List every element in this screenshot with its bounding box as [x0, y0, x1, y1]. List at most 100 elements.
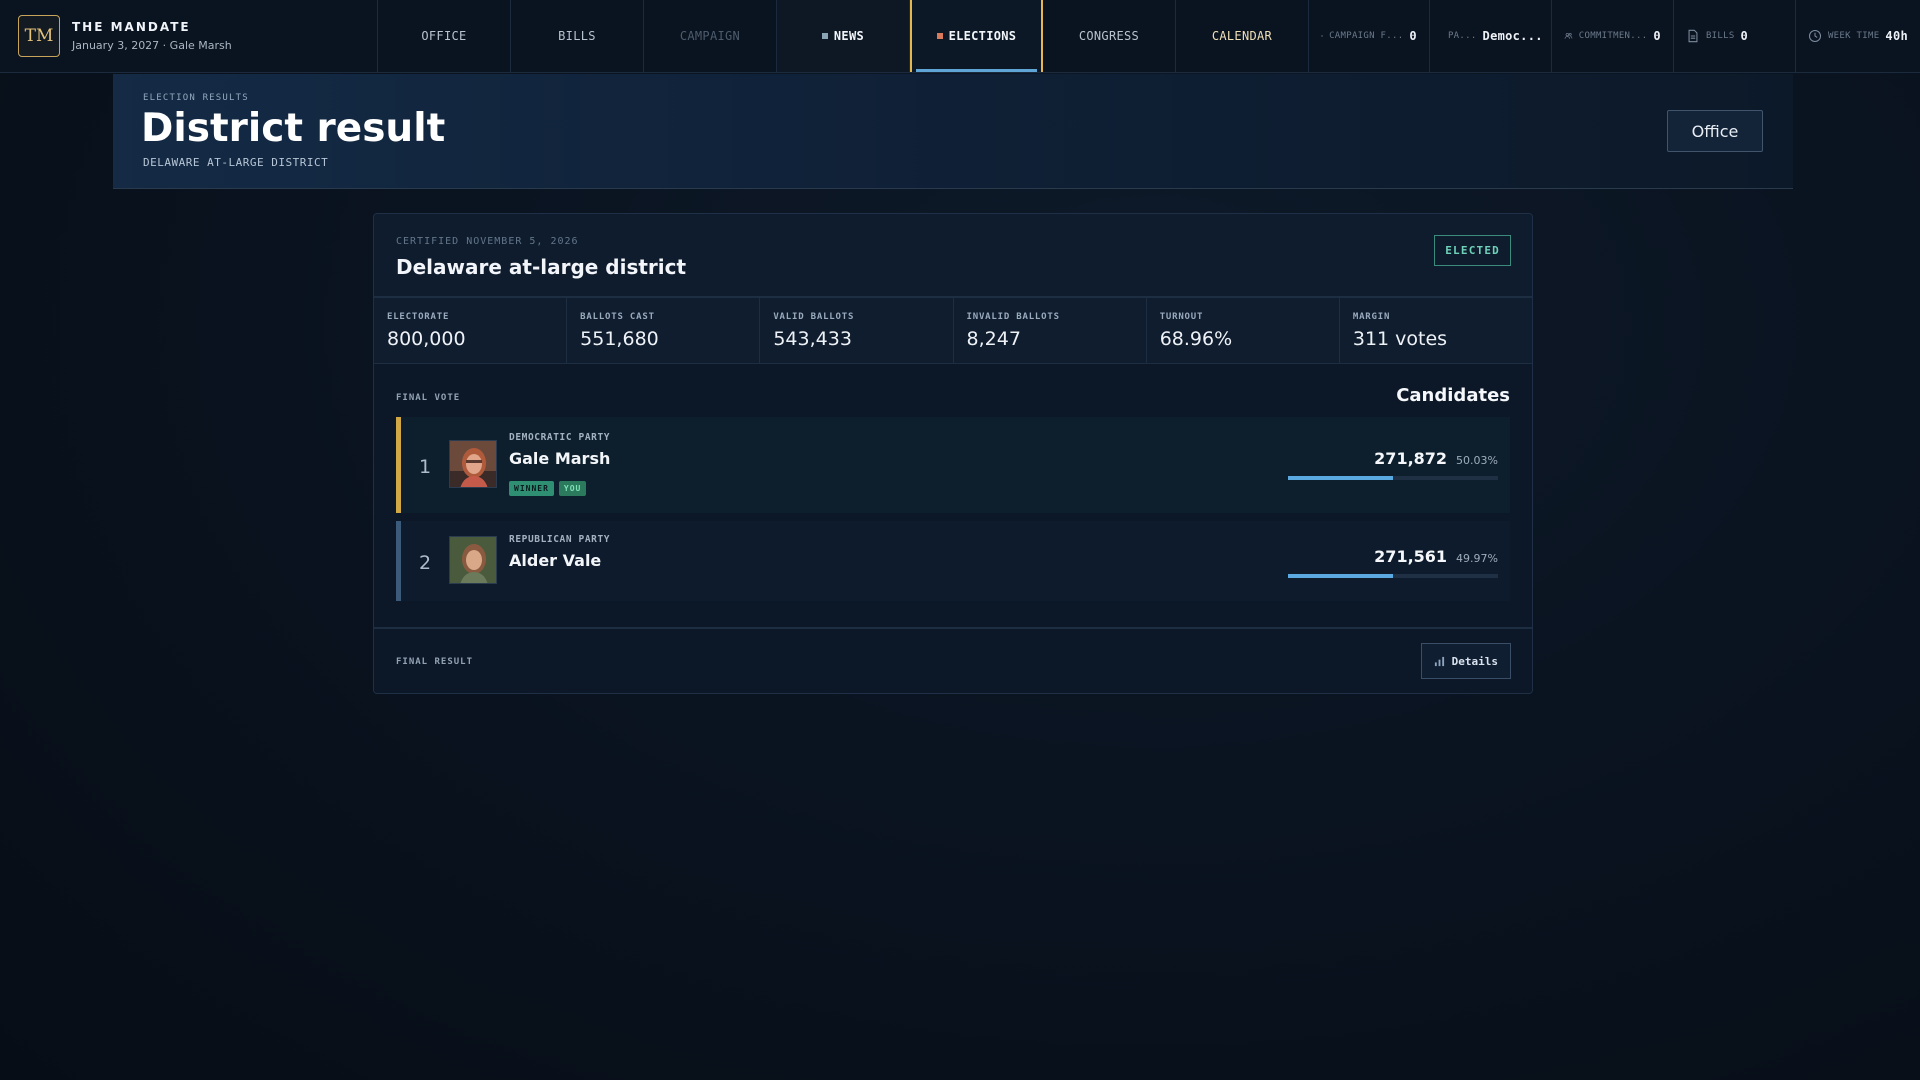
- page-header: ELECTION RESULTS District result DELAWAR…: [113, 74, 1793, 189]
- brand[interactable]: TM THE MANDATE January 3, 2027 · Gale Ma…: [0, 0, 378, 72]
- candidate-result: 271,872 50.03%: [1288, 449, 1498, 480]
- candidate-avatar: [449, 440, 497, 488]
- metric-label: MARGIN: [1352, 312, 1391, 322]
- money-icon: [1321, 35, 1323, 37]
- elected-status-badge: ELECTED: [1434, 235, 1511, 266]
- nav-campaign-label: CAMPAIGN: [679, 29, 741, 43]
- certified-date: CERTIFIED NOVEMBER 5, 2026: [396, 236, 579, 247]
- card-header: CERTIFIED NOVEMBER 5, 2026 Delaware at-l…: [374, 214, 1532, 298]
- nav-news[interactable]: NEWS: [776, 0, 910, 72]
- nav-congress-label: CONGRESS: [1078, 29, 1140, 43]
- stat-campaign-funds[interactable]: CAMPAIGN F... 0: [1309, 0, 1430, 72]
- candidates-heading: Candidates: [1396, 385, 1510, 406]
- candidate-row[interactable]: 1 DEMOCRATIC PARTY Gale Marsh WINNER YOU: [396, 417, 1510, 513]
- nav-bills-label: BILLS: [558, 29, 596, 43]
- people-icon: [1564, 33, 1573, 39]
- candidate-party: DEMOCRATIC PARTY: [509, 432, 611, 443]
- metric-value: 8,247: [966, 328, 1021, 350]
- app-title: THE MANDATE: [72, 20, 191, 34]
- metric-margin: MARGIN 311 votes: [1340, 298, 1532, 363]
- candidate-percent: 50.03%: [1456, 454, 1498, 467]
- district-result-card: CERTIFIED NOVEMBER 5, 2026 Delaware at-l…: [373, 213, 1533, 694]
- nav-news-label: NEWS: [833, 29, 864, 43]
- top-navigation-bar: TM THE MANDATE January 3, 2027 · Gale Ma…: [0, 0, 1920, 73]
- status-stats: CAMPAIGN F... 0 PA... Democ... COMMITMEN…: [1309, 0, 1920, 72]
- clock-icon: [1808, 29, 1821, 43]
- nav-elections-label: ELECTIONS: [948, 29, 1017, 43]
- metric-value: 800,000: [387, 328, 466, 350]
- metric-label: ELECTORATE: [387, 312, 450, 322]
- stat-bills[interactable]: BILLS 0: [1674, 0, 1796, 72]
- nav-calendar-label: CALENDAR: [1211, 29, 1273, 43]
- you-tag: YOU: [558, 481, 587, 496]
- stat-value: 40h: [1885, 29, 1908, 43]
- candidate-votes: 271,872: [1374, 449, 1448, 468]
- date-and-player: January 3, 2027 · Gale Marsh: [72, 39, 232, 52]
- candidate-percent: 49.97%: [1456, 552, 1498, 565]
- document-icon: [1688, 29, 1698, 43]
- card-footer: FINAL RESULT Details: [374, 627, 1532, 693]
- metric-valid-ballots: VALID BALLOTS 543,433: [760, 298, 954, 363]
- nav-calendar[interactable]: CALENDAR: [1176, 0, 1309, 72]
- stat-value: 0: [1409, 29, 1417, 43]
- stat-label: PA...: [1447, 31, 1477, 41]
- nav-office[interactable]: OFFICE: [378, 0, 511, 72]
- office-button[interactable]: Office: [1667, 110, 1763, 152]
- metric-ballots-cast: BALLOTS CAST 551,680: [567, 298, 761, 363]
- metric-turnout: TURNOUT 68.96%: [1147, 298, 1340, 363]
- candidate-rank: 1: [418, 456, 432, 478]
- district-name: Delaware at-large district: [396, 255, 687, 279]
- details-button-label: Details: [1451, 654, 1498, 668]
- candidate-row[interactable]: 2 REPUBLICAN PARTY Alder Vale 271,561 49…: [396, 521, 1510, 601]
- final-vote-section: FINAL VOTE Candidates 1 DEMOCRATIC PARTY…: [374, 364, 1532, 624]
- page-subtitle: DELAWARE AT-LARGE DISTRICT: [143, 156, 329, 169]
- stat-label: CAMPAIGN F...: [1329, 31, 1404, 41]
- page-eyebrow: ELECTION RESULTS: [143, 93, 249, 103]
- final-vote-label: FINAL VOTE: [396, 393, 461, 403]
- stat-label: BILLS: [1705, 31, 1735, 41]
- metric-label: TURNOUT: [1159, 312, 1204, 322]
- metric-value: 68.96%: [1159, 328, 1233, 350]
- vote-share-bar: [1288, 574, 1498, 578]
- main-nav: OFFICE BILLS CAMPAIGN NEWS ELECTIONS CON…: [378, 0, 1309, 72]
- vote-share-bar: [1288, 476, 1498, 480]
- bar-chart-icon: [1434, 656, 1444, 666]
- stat-value: 0: [1653, 29, 1661, 43]
- candidate-name: Alder Vale: [509, 551, 602, 570]
- nav-bills[interactable]: BILLS: [511, 0, 644, 72]
- candidate-party: REPUBLICAN PARTY: [509, 534, 611, 545]
- stat-value: Democ...: [1482, 29, 1543, 43]
- nav-campaign[interactable]: CAMPAIGN: [644, 0, 777, 72]
- metric-invalid-ballots: INVALID BALLOTS 8,247: [954, 298, 1147, 363]
- metric-label: INVALID BALLOTS: [966, 312, 1060, 322]
- candidate-result: 271,561 49.97%: [1288, 547, 1498, 578]
- metric-label: VALID BALLOTS: [773, 312, 855, 322]
- election-metrics: ELECTORATE 800,000 BALLOTS CAST 551,680 …: [374, 298, 1532, 364]
- stat-value: 0: [1740, 29, 1749, 43]
- metric-value: 551,680: [580, 328, 659, 350]
- winner-tag: WINNER: [509, 481, 554, 496]
- metric-value: 311 votes: [1352, 328, 1448, 350]
- stat-commitments[interactable]: COMMITMEN... 0: [1552, 0, 1674, 72]
- stat-week-time[interactable]: WEEK TIME 40h: [1796, 0, 1920, 72]
- metric-value: 543,433: [773, 328, 852, 350]
- page-title: District result: [141, 106, 446, 151]
- nav-office-label: OFFICE: [421, 29, 467, 43]
- stat-label: WEEK TIME: [1827, 31, 1880, 41]
- metric-label: BALLOTS CAST: [580, 312, 655, 322]
- app-logo: TM: [18, 15, 60, 57]
- nav-elections[interactable]: ELECTIONS: [909, 0, 1043, 72]
- candidate-avatar: [449, 536, 497, 584]
- stat-party[interactable]: PA... Democ...: [1430, 0, 1552, 72]
- candidate-name: Gale Marsh: [509, 449, 611, 468]
- nav-congress[interactable]: CONGRESS: [1043, 0, 1176, 72]
- candidate-rank: 2: [418, 552, 432, 574]
- candidate-votes: 271,561: [1374, 547, 1448, 566]
- metric-electorate: ELECTORATE 800,000: [374, 298, 568, 363]
- notification-dot-icon: [936, 33, 943, 39]
- final-result-label: FINAL RESULT: [396, 657, 474, 667]
- details-button[interactable]: Details: [1420, 643, 1511, 679]
- vote-share-fill: [1288, 574, 1393, 578]
- stat-label: COMMITMEN...: [1578, 31, 1648, 41]
- vote-share-fill: [1288, 476, 1394, 480]
